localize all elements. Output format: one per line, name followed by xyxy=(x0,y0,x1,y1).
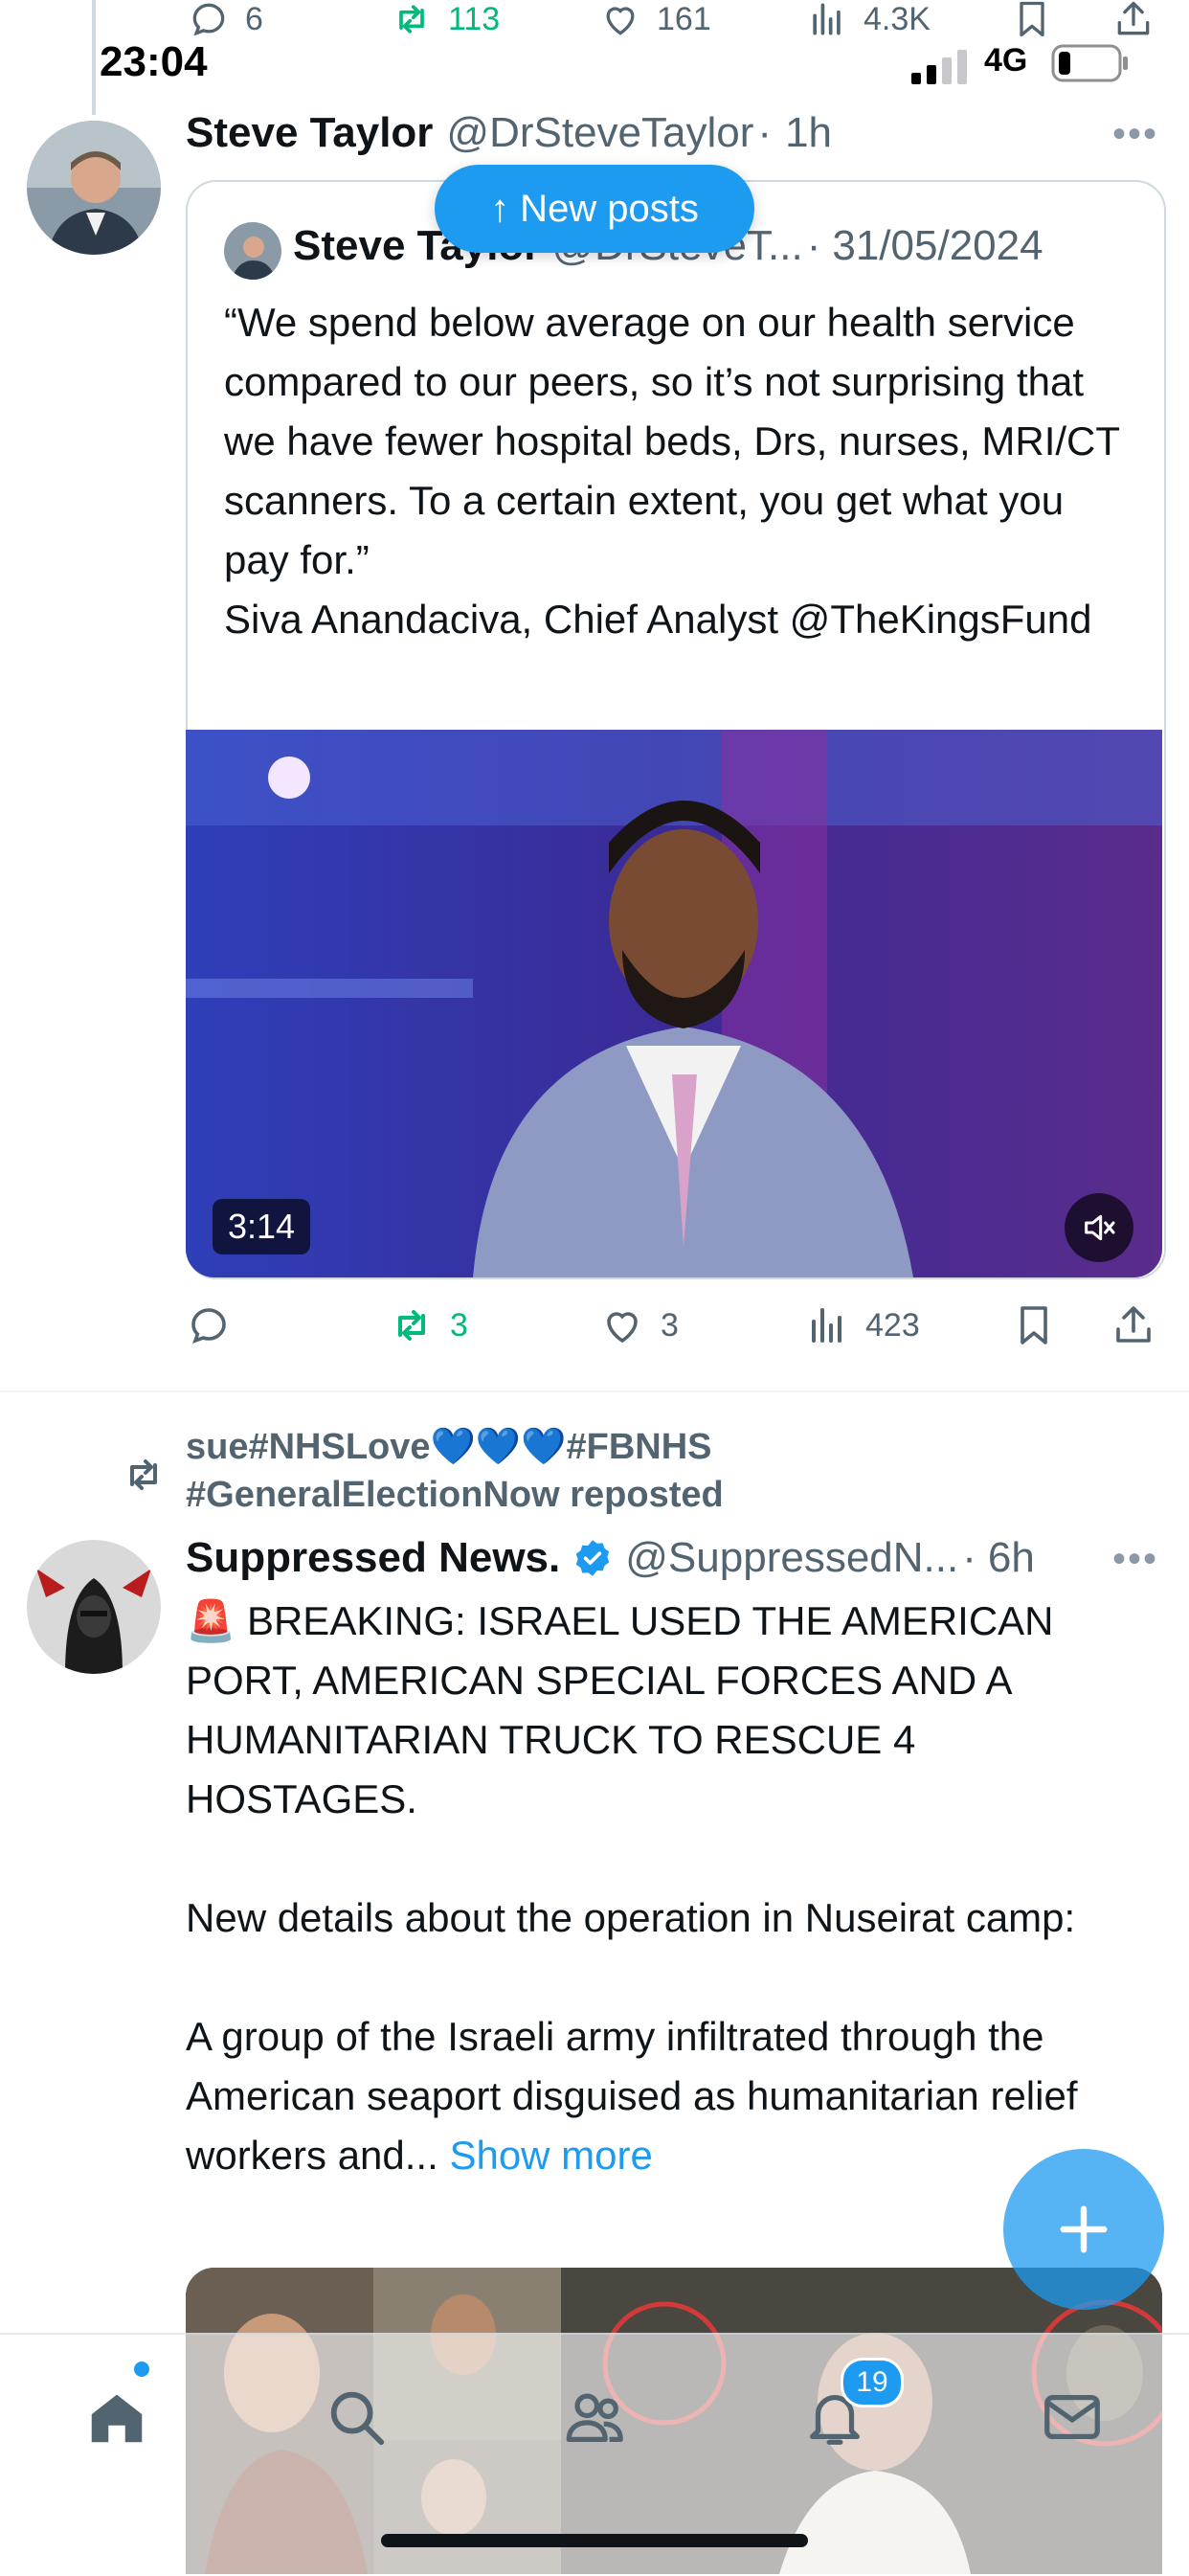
search-icon xyxy=(330,2391,385,2446)
post-header: Suppressed News. @SuppressedN... · 6h xyxy=(186,1534,1105,1582)
repost-button[interactable]: 113 xyxy=(391,0,500,38)
like-count: 3 xyxy=(661,1306,679,1344)
speaker-muted-icon xyxy=(1085,1214,1115,1241)
compose-post-button[interactable] xyxy=(1003,2149,1164,2310)
battery-icon xyxy=(1051,44,1130,82)
author-handle[interactable]: @DrSteveTaylor xyxy=(446,109,753,157)
tab-search[interactable] xyxy=(308,2369,404,2465)
bookmark-icon xyxy=(1021,1306,1047,1344)
like-count: 161 xyxy=(657,0,711,37)
repost-count: 3 xyxy=(450,1306,468,1344)
home-icon xyxy=(91,2394,143,2443)
reply-button[interactable]: 6 xyxy=(188,0,263,38)
network-type: 4G xyxy=(984,42,1028,79)
quoted-author-avatar xyxy=(224,222,281,280)
heart-icon xyxy=(607,1312,638,1344)
video-player[interactable] xyxy=(186,730,1162,1277)
views-count: 4.3K xyxy=(864,0,931,37)
repost-icon xyxy=(399,5,424,34)
video-thumbnail xyxy=(186,730,1162,1277)
post-header: Steve Taylor @DrSteveTaylor · 1h xyxy=(186,109,832,157)
reply-button[interactable] xyxy=(186,1302,247,1348)
share-button[interactable] xyxy=(1112,0,1155,38)
notifications-badge: 19 xyxy=(841,2358,904,2407)
like-button[interactable]: 3 xyxy=(599,1302,679,1348)
communities-icon xyxy=(566,2393,623,2442)
repost-count: 113 xyxy=(448,0,501,37)
new-posts-button[interactable]: ↑ New posts xyxy=(435,165,754,253)
post-time: 1h xyxy=(785,109,833,156)
plus-icon xyxy=(1060,2205,1108,2253)
home-indicator[interactable] xyxy=(381,2534,808,2547)
heart-icon xyxy=(606,7,635,35)
status-time: 23:04 xyxy=(100,38,208,85)
more-options-icon[interactable]: ••• xyxy=(1112,1538,1158,1581)
views-count: 423 xyxy=(865,1306,920,1344)
author-avatar[interactable] xyxy=(27,121,161,255)
repost-attribution-line2: #GeneralElectionNow reposted xyxy=(186,1475,724,1515)
reply-icon xyxy=(192,3,225,36)
like-button[interactable]: 161 xyxy=(599,0,711,38)
envelope-icon xyxy=(1044,2394,1100,2440)
quoted-post-date: 31/05/2024 xyxy=(832,222,1043,269)
avatar-photo xyxy=(27,1540,161,1674)
views-button[interactable]: 423 xyxy=(804,1302,920,1348)
tab-communities[interactable] xyxy=(548,2369,643,2465)
avatar-photo xyxy=(27,121,161,255)
bookmark-button[interactable] xyxy=(1011,0,1053,38)
views-button[interactable]: 4.3K xyxy=(806,0,931,38)
separator-dot: · xyxy=(757,109,773,156)
repost-attribution-line1: sue#NHSLove💙💙💙#FBNHS xyxy=(186,1427,712,1467)
views-chart-icon xyxy=(813,3,841,35)
show-more-link[interactable]: Show more xyxy=(449,2133,652,2178)
views-chart-icon xyxy=(812,1308,841,1343)
repost-attribution[interactable]: sue#NHSLove💙💙💙#FBNHS #GeneralElectionNow… xyxy=(186,1423,724,1519)
reply-count: 6 xyxy=(245,0,263,37)
share-icon xyxy=(1117,1,1150,35)
reply-icon xyxy=(191,1308,226,1344)
post-text-body: 🚨 BREAKING: ISRAEL USED THE AMERICAN POR… xyxy=(186,1598,1078,2178)
video-duration: 3:14 xyxy=(213,1199,311,1254)
home-unread-dot xyxy=(134,2361,149,2377)
tab-messages[interactable] xyxy=(1024,2369,1120,2465)
reposted-icon xyxy=(121,1452,167,1498)
post-action-bar: 3 3 423 xyxy=(186,1302,1162,1360)
separator-dot: · xyxy=(962,1534,976,1581)
share-icon xyxy=(1116,1306,1151,1343)
bookmark-icon xyxy=(1020,1,1044,37)
share-button[interactable] xyxy=(1110,1302,1156,1348)
bookmark-button[interactable] xyxy=(1011,1302,1057,1348)
quoted-separator-dot: · xyxy=(806,222,821,269)
signal-strength-icon xyxy=(911,48,973,86)
post-time: 6h xyxy=(987,1534,1035,1581)
quoted-post-text: “We spend below average on our health se… xyxy=(224,300,1120,642)
more-options-icon[interactable]: ••• xyxy=(1112,113,1158,156)
repost-icon xyxy=(398,1310,425,1341)
mute-button[interactable] xyxy=(1065,1193,1133,1262)
tab-home[interactable] xyxy=(69,2369,165,2465)
author-name[interactable]: Suppressed News. xyxy=(186,1534,560,1582)
author-avatar[interactable] xyxy=(27,1540,161,1674)
author-name[interactable]: Steve Taylor xyxy=(186,109,433,157)
post-divider xyxy=(0,1390,1189,1392)
post-text: 🚨 BREAKING: ISRAEL USED THE AMERICAN POR… xyxy=(186,1592,1143,2185)
author-handle[interactable]: @SuppressedN... xyxy=(625,1534,958,1582)
verified-badge-icon xyxy=(576,1540,610,1576)
repost-button[interactable]: 3 xyxy=(389,1302,468,1348)
